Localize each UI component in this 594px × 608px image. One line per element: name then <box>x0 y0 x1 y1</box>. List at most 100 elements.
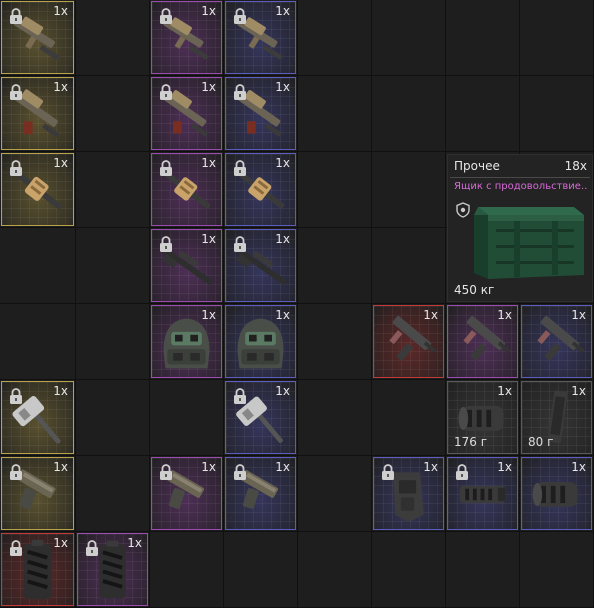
inventory-slot[interactable]: 1x <box>373 305 444 378</box>
item-quantity: 1x <box>53 536 68 550</box>
item-quantity: 1x <box>275 308 290 322</box>
grid-cell[interactable] <box>298 152 372 228</box>
inventory-slot[interactable]: 1x <box>521 305 592 378</box>
grid-cell[interactable] <box>520 532 594 608</box>
item-weight: 450 кг <box>454 283 495 297</box>
inventory-slot[interactable]: 1x <box>1 381 74 454</box>
item-quantity: 1x <box>423 460 438 474</box>
grid-cell[interactable] <box>76 228 150 304</box>
grid-cell[interactable] <box>446 532 520 608</box>
grid-cell[interactable] <box>298 76 372 152</box>
inventory-slot[interactable]: 1x <box>1 153 74 226</box>
item-count: 18x <box>564 159 587 173</box>
grid-cell[interactable] <box>298 456 372 532</box>
grid-cell[interactable] <box>372 152 446 228</box>
grid-cell[interactable] <box>298 0 372 76</box>
lock-icon <box>10 540 22 556</box>
item-quantity: 1x <box>497 308 512 322</box>
grid-cell[interactable] <box>150 532 224 608</box>
inventory-grid: 1x 1x 1x 1x 1x 1x 1x 1x 1x 1x 1x 1x 1x 1… <box>0 0 594 608</box>
featured-item-card[interactable]: Прочее 18x Ящик с продовольствие.. 450 к… <box>447 154 593 302</box>
grid-cell[interactable] <box>372 380 446 456</box>
lock-icon <box>160 464 172 480</box>
item-name: Ящик с продовольствие.. <box>454 181 588 192</box>
grid-cell[interactable] <box>0 228 76 304</box>
grid-cell[interactable] <box>0 304 76 380</box>
lock-icon <box>10 8 22 24</box>
inventory-slot[interactable]: 1x 80 г <box>521 381 592 454</box>
grid-cell[interactable] <box>520 0 594 76</box>
item-quantity: 1x <box>275 80 290 94</box>
inventory-slot[interactable]: 1x <box>1 533 74 606</box>
lock-icon <box>10 84 22 100</box>
inventory-slot[interactable]: 1x <box>225 77 296 150</box>
lock-icon <box>234 8 246 24</box>
grid-cell[interactable] <box>298 532 372 608</box>
inventory-slot[interactable]: 1x <box>151 153 222 226</box>
grid-cell[interactable] <box>76 304 150 380</box>
inventory-slot[interactable]: 1x <box>225 381 296 454</box>
item-quantity: 1x <box>53 460 68 474</box>
inventory-slot[interactable]: 1x <box>225 305 296 378</box>
grid-cell[interactable] <box>298 304 372 380</box>
lock-icon <box>10 388 22 404</box>
inventory-slot[interactable]: 1x 176 г <box>447 381 518 454</box>
grid-cell[interactable] <box>298 228 372 304</box>
item-quantity: 1x <box>275 460 290 474</box>
inventory-slot[interactable]: 1x <box>1 77 74 150</box>
lock-icon <box>86 540 98 556</box>
inventory-slot[interactable]: 1x <box>151 1 222 74</box>
grid-cell[interactable] <box>76 0 150 76</box>
grid-cell[interactable] <box>446 0 520 76</box>
grid-cell[interactable] <box>76 76 150 152</box>
grid-cell[interactable] <box>150 380 224 456</box>
inventory-slot[interactable]: 1x <box>225 1 296 74</box>
item-quantity: 1x <box>201 156 216 170</box>
grid-cell[interactable] <box>372 228 446 304</box>
item-quantity: 1x <box>571 384 586 398</box>
grid-cell[interactable] <box>520 76 594 152</box>
inventory-slot[interactable]: 1x <box>151 305 222 378</box>
grid-cell[interactable] <box>76 152 150 228</box>
lock-icon <box>456 464 468 480</box>
inventory-slot[interactable]: 1x <box>1 457 74 530</box>
lock-icon <box>10 160 22 176</box>
item-quantity: 1x <box>201 232 216 246</box>
inventory-slot[interactable]: 1x <box>225 457 296 530</box>
item-weight: 80 г <box>528 435 554 449</box>
shield-icon <box>456 202 470 218</box>
grid-cell[interactable] <box>298 380 372 456</box>
divider <box>450 177 590 178</box>
item-quantity: 1x <box>53 156 68 170</box>
lock-icon <box>234 388 246 404</box>
grid-cell[interactable] <box>224 532 298 608</box>
item-quantity: 1x <box>53 384 68 398</box>
inventory-slot[interactable]: 1x <box>1 1 74 74</box>
item-quantity: 1x <box>275 156 290 170</box>
item-quantity: 1x <box>201 80 216 94</box>
inventory-slot[interactable]: 1x <box>447 457 518 530</box>
inventory-slot[interactable]: 1x <box>225 229 296 302</box>
inventory-slot[interactable]: 1x <box>373 457 444 530</box>
item-quantity: 1x <box>53 4 68 18</box>
grid-cell[interactable] <box>76 380 150 456</box>
inventory-slot[interactable]: 1x <box>521 457 592 530</box>
item-quantity: 1x <box>201 460 216 474</box>
inventory-slot[interactable]: 1x <box>225 153 296 226</box>
lock-icon <box>10 464 22 480</box>
grid-cell[interactable] <box>372 0 446 76</box>
item-quantity: 1x <box>497 460 512 474</box>
inventory-slot[interactable]: 1x <box>447 305 518 378</box>
lock-icon <box>160 84 172 100</box>
grid-cell[interactable] <box>446 76 520 152</box>
lock-icon <box>160 236 172 252</box>
inventory-slot[interactable]: 1x <box>151 457 222 530</box>
inventory-slot[interactable]: 1x <box>151 229 222 302</box>
grid-cell[interactable] <box>76 456 150 532</box>
inventory-slot[interactable]: 1x <box>151 77 222 150</box>
item-quantity: 1x <box>201 308 216 322</box>
item-quantity: 1x <box>275 384 290 398</box>
inventory-slot[interactable]: 1x <box>77 533 148 606</box>
grid-cell[interactable] <box>372 532 446 608</box>
grid-cell[interactable] <box>372 76 446 152</box>
